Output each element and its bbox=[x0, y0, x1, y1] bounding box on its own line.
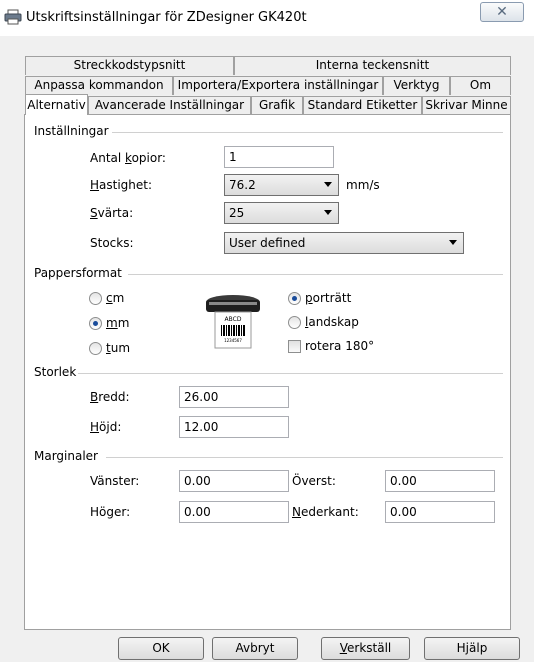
chevron-down-icon bbox=[324, 210, 332, 215]
chevron-down-icon bbox=[449, 240, 457, 245]
ok-button[interactable]: OK bbox=[118, 637, 204, 660]
paper-format-section-label: Pappersformat bbox=[34, 266, 122, 280]
tab-row-3: Alternativ Avancerade Inställningar Graf… bbox=[25, 94, 511, 115]
cancel-button[interactable]: Avbryt bbox=[212, 637, 298, 660]
printer-icon bbox=[4, 9, 22, 25]
unit-cm-radio[interactable] bbox=[89, 292, 102, 305]
tab-about[interactable]: Om bbox=[450, 76, 511, 95]
margin-left-label: Vänster: bbox=[90, 474, 140, 488]
close-button[interactable]: ✕ bbox=[480, 2, 524, 22]
margin-bottom-input[interactable]: 0.00 bbox=[385, 501, 495, 523]
orientation-landscape-label: landskap bbox=[305, 315, 359, 329]
title-bar: Utskriftsinställningar för ZDesigner GK4… bbox=[0, 0, 534, 36]
size-section-divider bbox=[78, 373, 503, 374]
orientation-portrait-radio[interactable] bbox=[288, 292, 301, 305]
tab-barcode-fonts[interactable]: Streckkodstypsnitt bbox=[25, 56, 234, 75]
height-input[interactable]: 12.00 bbox=[179, 416, 289, 438]
speed-select[interactable]: 76.2 bbox=[224, 174, 339, 196]
margin-bottom-label: Nederkant: bbox=[292, 505, 359, 519]
darkness-label: Svärta: bbox=[90, 206, 134, 220]
help-button[interactable]: Hjälp bbox=[424, 637, 520, 660]
preview-barcode-digits: 1234567 bbox=[224, 338, 242, 343]
close-icon: ✕ bbox=[496, 4, 508, 20]
chevron-down-icon bbox=[324, 182, 332, 187]
settings-section-label: Inställningar bbox=[34, 124, 109, 138]
tab-tools[interactable]: Verktyg bbox=[383, 76, 450, 95]
unit-cm-label: cm bbox=[106, 291, 125, 305]
apply-button[interactable]: Verkställ bbox=[321, 637, 410, 660]
tab-import-export[interactable]: Importera/Exportera inställningar bbox=[173, 76, 383, 95]
label-preview-image: ABCD 1234567 bbox=[203, 292, 263, 350]
width-input[interactable]: 26.00 bbox=[179, 386, 289, 408]
stocks-label: Stocks: bbox=[90, 236, 134, 250]
tab-custom-commands[interactable]: Anpassa kommandon bbox=[25, 76, 173, 95]
tab-options[interactable]: Alternativ bbox=[25, 94, 88, 115]
rotate-180-checkbox[interactable] bbox=[288, 340, 301, 353]
unit-mm-radio[interactable] bbox=[89, 317, 102, 330]
paper-format-section-divider bbox=[128, 274, 503, 275]
darkness-value: 25 bbox=[229, 206, 245, 220]
unit-mm-label: mm bbox=[106, 316, 130, 330]
speed-value: 76.2 bbox=[229, 178, 256, 192]
orientation-landscape-radio[interactable] bbox=[288, 316, 301, 329]
tab-advanced-settings[interactable]: Avancerade Inställningar bbox=[88, 96, 251, 115]
height-label: Höjd: bbox=[90, 420, 122, 434]
rotate-180-label: rotera 180° bbox=[305, 339, 375, 353]
tab-standard-labels[interactable]: Standard Etiketter bbox=[303, 96, 422, 115]
darkness-select[interactable]: 25 bbox=[224, 202, 339, 224]
copies-label: Antal kopior: bbox=[90, 151, 166, 165]
settings-section-divider bbox=[112, 132, 503, 133]
tab-row-2: Anpassa kommandon Importera/Exportera in… bbox=[25, 76, 511, 95]
window-title: Utskriftsinställningar för ZDesigner GK4… bbox=[26, 10, 307, 25]
stocks-value: User defined bbox=[229, 236, 306, 250]
tab-printer-memory[interactable]: Skrivar Minne bbox=[422, 96, 511, 115]
copies-input[interactable]: 1 bbox=[224, 146, 334, 168]
tab-row-1: Streckkodstypsnitt Interna teckensnitt bbox=[25, 56, 511, 75]
unit-tum-radio[interactable] bbox=[89, 342, 102, 355]
tab-graphics[interactable]: Grafik bbox=[251, 96, 303, 115]
barcode-icon bbox=[221, 325, 245, 336]
unit-tum-label: tum bbox=[106, 341, 131, 355]
margins-section-divider bbox=[106, 457, 503, 458]
speed-label: Hastighet: bbox=[90, 178, 153, 192]
orientation-portrait-label: porträtt bbox=[305, 291, 352, 305]
margin-right-input[interactable]: 0.00 bbox=[179, 501, 289, 523]
stocks-select[interactable]: User defined bbox=[224, 232, 464, 254]
margin-top-label: Överst: bbox=[292, 474, 336, 488]
margin-right-label: Höger: bbox=[90, 505, 131, 519]
margins-section-label: Marginaler bbox=[34, 449, 98, 463]
width-label: Bredd: bbox=[90, 390, 130, 404]
size-section-label: Storlek bbox=[34, 365, 77, 379]
margin-top-input[interactable]: 0.00 bbox=[385, 470, 495, 492]
tab-internal-fonts[interactable]: Interna teckensnitt bbox=[234, 56, 511, 75]
speed-unit: mm/s bbox=[346, 178, 380, 192]
preview-label-text: ABCD bbox=[224, 316, 242, 323]
margin-left-input[interactable]: 0.00 bbox=[179, 470, 289, 492]
